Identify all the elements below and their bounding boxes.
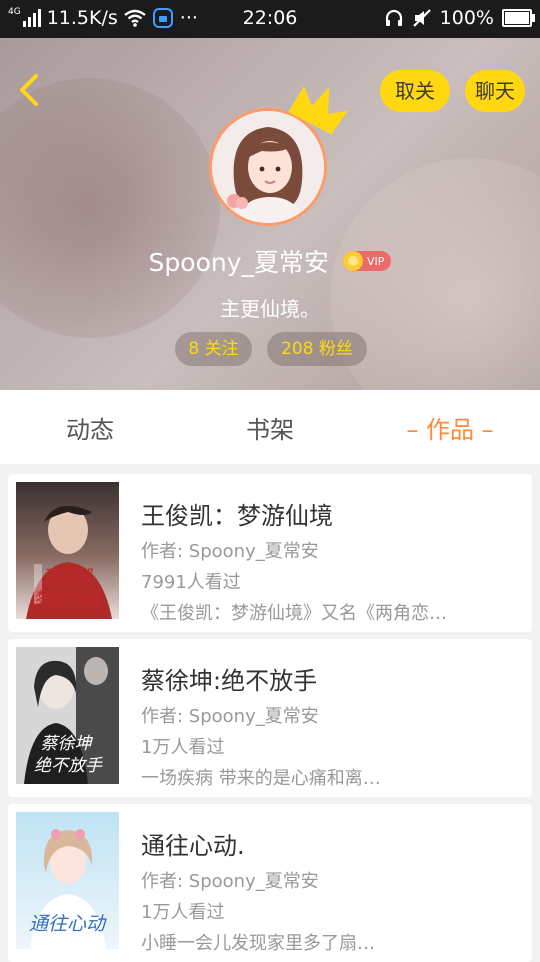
vip-badge: VIP	[343, 251, 392, 271]
profile-tabs: 动态 书架 – 作品 –	[0, 390, 540, 464]
fans-count-button[interactable]: 208 粉丝	[267, 332, 367, 366]
book-cover: 王俊凯 梦游仙境	[16, 482, 119, 619]
tab-bookshelf[interactable]: 书架	[220, 390, 320, 464]
svg-text:通往心动: 通往心动	[29, 913, 107, 935]
tab-activity[interactable]: 动态	[40, 390, 140, 464]
work-card[interactable]: 王俊凯 梦游仙境 王俊凯：梦游仙境 作者: Spoony_夏常安 7991人看过…	[8, 474, 532, 632]
headset-icon	[385, 9, 402, 26]
svg-text:绝不放手: 绝不放手	[34, 756, 103, 776]
vip-label: VIP	[367, 254, 385, 268]
work-author: 作者: Spoony_夏常安	[141, 706, 319, 727]
work-views: 1万人看过	[141, 902, 225, 923]
work-summary: 《王俊凯：梦游仙境》又名《两角恋…	[141, 603, 447, 624]
crown-icon	[288, 86, 349, 135]
work-title: 蔡徐坤:绝不放手	[141, 667, 318, 695]
battery-percent: 100%	[439, 7, 494, 29]
battery-icon	[502, 9, 535, 27]
unfollow-button[interactable]: 取关	[380, 70, 450, 112]
work-title: 通往心动.	[141, 832, 245, 860]
vip-sun-icon	[343, 251, 364, 271]
status-right: 100%	[384, 7, 535, 29]
mute-icon	[412, 9, 431, 27]
back-arrow-icon[interactable]	[12, 68, 46, 112]
work-summary: 一场疾病 带来的是心痛和离…	[141, 768, 381, 789]
svg-text:王俊凯: 王俊凯	[42, 567, 94, 587]
tab-works[interactable]: – 作品 –	[390, 390, 510, 464]
username-row: Spoony_夏常安 VIP	[0, 243, 540, 279]
following-count-button[interactable]: 8 关注	[175, 332, 252, 366]
work-summary: 小睡一会儿发现家里多了扇…	[141, 933, 375, 954]
work-title: 王俊凯：梦游仙境	[141, 502, 333, 530]
work-card[interactable]: 通往心动 通往心动. 作者: Spoony_夏常安 1万人看过 小睡一会儿发现家…	[8, 804, 532, 962]
work-author: 作者: Spoony_夏常安	[141, 871, 319, 892]
book-cover: 通往心动	[16, 812, 119, 949]
book-cover: 蔡徐坤 绝不放手	[16, 647, 119, 784]
work-card[interactable]: 蔡徐坤 绝不放手 蔡徐坤:绝不放手 作者: Spoony_夏常安 1万人看过 一…	[8, 639, 532, 797]
work-author: 作者: Spoony_夏常安	[141, 541, 319, 562]
work-views: 1万人看过	[141, 737, 225, 758]
svg-text:蔡徐坤: 蔡徐坤	[41, 734, 94, 754]
profile-header: 取关 聊天 Spoony_夏常安 VIP 主更仙境。 8 关注 208 粉丝	[0, 38, 540, 390]
work-views: 7991人看过	[141, 572, 241, 593]
status-bar: 4G 11.5K/s ··· 22:06 100%	[0, 0, 540, 38]
profile-motto: 主更仙境。	[220, 297, 320, 321]
username: Spoony_夏常安	[148, 248, 330, 277]
svg-text:梦游仙境: 梦游仙境	[33, 589, 103, 609]
chat-button[interactable]: 聊天	[465, 70, 525, 112]
